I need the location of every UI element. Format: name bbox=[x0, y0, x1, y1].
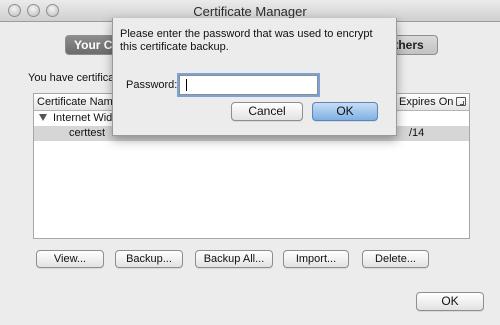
certificate-manager-window: Certificate Manager Your Certificates Ot… bbox=[0, 0, 500, 325]
view-button[interactable]: View... bbox=[36, 250, 104, 268]
sheet-ok-button[interactable]: OK bbox=[312, 102, 378, 121]
backup-all-button[interactable]: Backup All... bbox=[195, 250, 273, 268]
backup-button[interactable]: Backup... bbox=[115, 250, 183, 268]
disclosure-triangle-icon[interactable] bbox=[39, 114, 47, 121]
delete-button[interactable]: Delete... bbox=[362, 250, 429, 268]
window-title: Certificate Manager bbox=[193, 4, 307, 19]
text-caret bbox=[186, 79, 187, 91]
certificate-name-cell: certtest bbox=[69, 127, 106, 139]
column-picker-icon[interactable] bbox=[456, 97, 466, 106]
cancel-button[interactable]: Cancel bbox=[231, 102, 303, 121]
column-header-certificate-name[interactable]: Certificate Name bbox=[37, 96, 119, 108]
password-field[interactable] bbox=[179, 75, 318, 95]
password-label: Password: bbox=[126, 79, 178, 91]
password-sheet-dialog: Please enter the password that was used … bbox=[112, 18, 397, 136]
ok-button[interactable]: OK bbox=[416, 292, 484, 311]
import-button[interactable]: Import... bbox=[283, 250, 349, 268]
expires-on-cell: /14 bbox=[409, 127, 425, 139]
column-header-expires-on[interactable]: Expires On bbox=[399, 96, 453, 108]
password-prompt-message: Please enter the password that was used … bbox=[120, 28, 373, 53]
